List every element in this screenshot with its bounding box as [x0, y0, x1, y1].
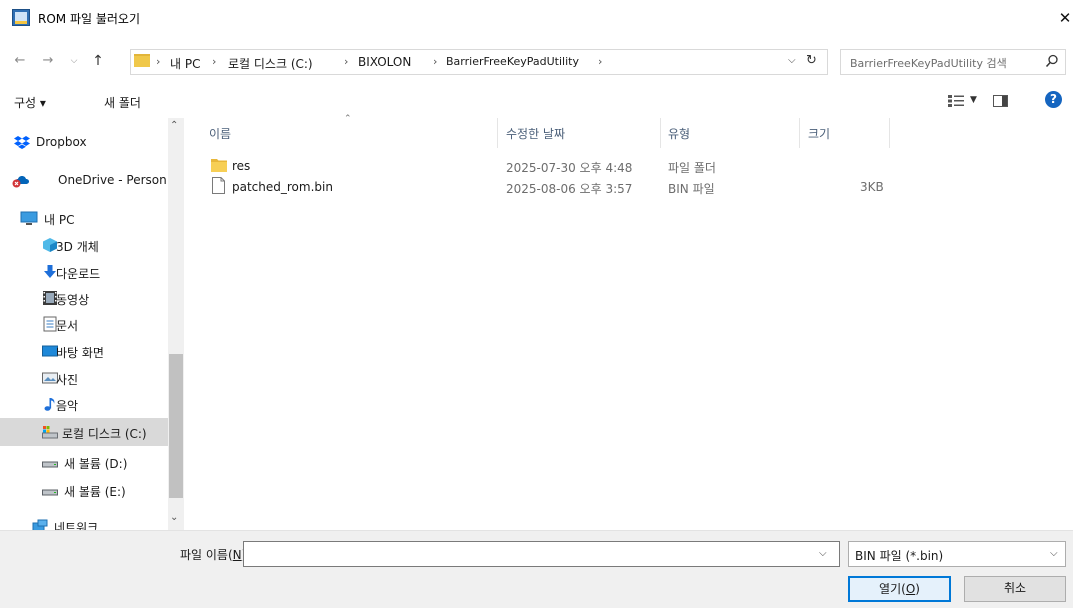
nav-label: 바탕 화면	[56, 346, 104, 360]
file-size: 3KB	[860, 180, 884, 194]
breadcrumb-separator[interactable]: ›	[598, 55, 602, 68]
breadcrumb-barrierfree[interactable]: BarrierFreeKeyPadUtility	[446, 55, 579, 68]
address-folder-icon	[134, 54, 150, 67]
breadcrumb-local-disk[interactable]: 로컬 디스크 (C:)	[228, 55, 313, 72]
drive-icon	[42, 461, 58, 468]
column-header-type[interactable]: 유형	[668, 125, 690, 142]
recent-dropdown-icon[interactable]: ⌵	[66, 53, 82, 69]
window-title: ROM 파일 불러오기	[38, 12, 141, 26]
nav-label: 새 볼륨 (E:)	[64, 485, 126, 499]
search-icon[interactable]	[1045, 54, 1059, 68]
view-options-icon[interactable]	[948, 95, 964, 107]
app-icon	[12, 9, 30, 26]
breadcrumb-my-pc[interactable]: 내 PC	[170, 55, 200, 72]
filename-label: 파일 이름(N):	[180, 548, 250, 562]
nav-item-dropbox[interactable]: Dropbox	[0, 128, 168, 156]
nav-label: 내 PC	[44, 213, 75, 227]
open-button[interactable]: 열기(O)	[848, 576, 951, 602]
column-header-size[interactable]: 크기	[808, 125, 830, 142]
file-name: patched_rom.bin	[232, 180, 333, 194]
nav-label: OneDrive - Person	[58, 173, 167, 187]
pc-icon	[20, 211, 38, 225]
nav-item-volume-d[interactable]: 새 볼륨 (D:)	[0, 448, 168, 476]
column-header-name[interactable]: 이름	[209, 125, 231, 142]
nav-label: 다운로드	[56, 267, 101, 281]
nav-item-pictures[interactable]: 사진	[0, 364, 168, 392]
column-divider[interactable]	[799, 118, 800, 148]
nav-item-3d-objects[interactable]: 3D 개체	[0, 231, 168, 259]
onedrive-error-icon	[12, 176, 29, 188]
nav-label: 네트워크	[54, 521, 99, 530]
scroll-up-icon[interactable]: ⌃	[170, 120, 178, 131]
search-input[interactable]: BarrierFreeKeyPadUtility 검색	[850, 55, 1007, 71]
nav-label: 문서	[56, 319, 79, 333]
column-divider[interactable]	[497, 118, 498, 148]
nav-label: 사진	[56, 373, 79, 387]
nav-label: 로컬 디스크 (C:)	[62, 427, 147, 441]
local-disk-icon	[42, 426, 58, 439]
file-type: 파일 폴더	[668, 161, 716, 175]
nav-item-onedrive[interactable]: OneDrive - Person	[0, 166, 168, 194]
forward-icon[interactable]: →	[40, 53, 56, 69]
up-icon[interactable]: ↑	[90, 53, 106, 69]
navigation-pane: Dropbox OneDrive - Person 내 PC 3D 개체 다운로…	[0, 118, 184, 530]
file-name: res	[232, 159, 251, 173]
file-row-res[interactable]: res 2025-07-30 오후 4:48 파일 폴더	[205, 156, 895, 176]
breadcrumb-separator[interactable]: ›	[156, 55, 160, 68]
address-dropdown-icon[interactable]: ⌵	[788, 55, 796, 66]
back-icon[interactable]: ←	[12, 53, 28, 69]
nav-item-downloads[interactable]: 다운로드	[0, 258, 168, 286]
title-bar	[0, 0, 1073, 36]
nav-label: 새 볼륨 (D:)	[64, 457, 128, 471]
nav-label: 음악	[56, 399, 79, 413]
nav-item-music[interactable]: 음악	[0, 390, 168, 418]
breadcrumb-separator[interactable]: ›	[433, 55, 437, 68]
nav-label: Dropbox	[36, 135, 87, 149]
breadcrumb-separator[interactable]: ›	[212, 55, 216, 68]
column-divider[interactable]	[660, 118, 661, 148]
filename-dropdown-icon[interactable]: ⌵	[819, 548, 827, 559]
nav-item-local-disk[interactable]: 로컬 디스크 (C:)	[0, 418, 168, 446]
nav-item-network[interactable]: 네트워크	[0, 512, 168, 530]
column-header-date[interactable]: 수정한 날짜	[506, 125, 565, 142]
breadcrumb-bixolon[interactable]: BIXOLON	[358, 55, 411, 69]
drive-icon	[42, 489, 58, 496]
nav-item-videos[interactable]: 동영상	[0, 284, 168, 312]
column-divider[interactable]	[889, 118, 890, 148]
scroll-down-icon[interactable]: ⌄	[170, 512, 178, 523]
organize-button[interactable]: 구성 ▾	[14, 94, 46, 111]
nav-item-desktop[interactable]: 바탕 화면	[0, 337, 168, 365]
nav-scrollbar-thumb[interactable]	[169, 354, 183, 498]
file-type-value: BIN 파일 (*.bin)	[855, 549, 944, 563]
nav-item-volume-e[interactable]: 새 볼륨 (E:)	[0, 476, 168, 504]
dropbox-icon	[14, 136, 30, 149]
help-icon[interactable]: ?	[1045, 91, 1062, 108]
close-button[interactable]: ✕	[1056, 8, 1073, 28]
preview-pane-icon[interactable]	[993, 95, 1008, 107]
filename-input[interactable]	[243, 541, 840, 567]
network-icon	[32, 519, 48, 530]
nav-item-documents[interactable]: 문서	[0, 310, 168, 338]
file-type: BIN 파일	[668, 182, 715, 196]
nav-item-my-pc[interactable]: 내 PC	[0, 204, 168, 232]
file-type-dropdown-icon[interactable]: ⌵	[1050, 548, 1058, 559]
file-date: 2025-08-06 오후 3:57	[506, 182, 633, 196]
new-folder-button[interactable]: 새 폴더	[104, 94, 141, 111]
nav-label: 3D 개체	[56, 240, 99, 254]
file-icon	[212, 177, 225, 194]
file-date: 2025-07-30 오후 4:48	[506, 161, 633, 175]
sort-ascending-icon: ⌃	[344, 114, 352, 124]
view-dropdown-icon[interactable]: ▼	[970, 95, 977, 105]
refresh-icon[interactable]: ↻	[806, 53, 817, 68]
nav-label: 동영상	[56, 293, 90, 307]
breadcrumb-separator[interactable]: ›	[344, 55, 348, 68]
folder-icon	[211, 159, 227, 172]
cancel-button[interactable]: 취소	[964, 576, 1066, 602]
file-row-patched-rom[interactable]: patched_rom.bin 2025-08-06 오후 3:57 BIN 파…	[205, 177, 895, 197]
